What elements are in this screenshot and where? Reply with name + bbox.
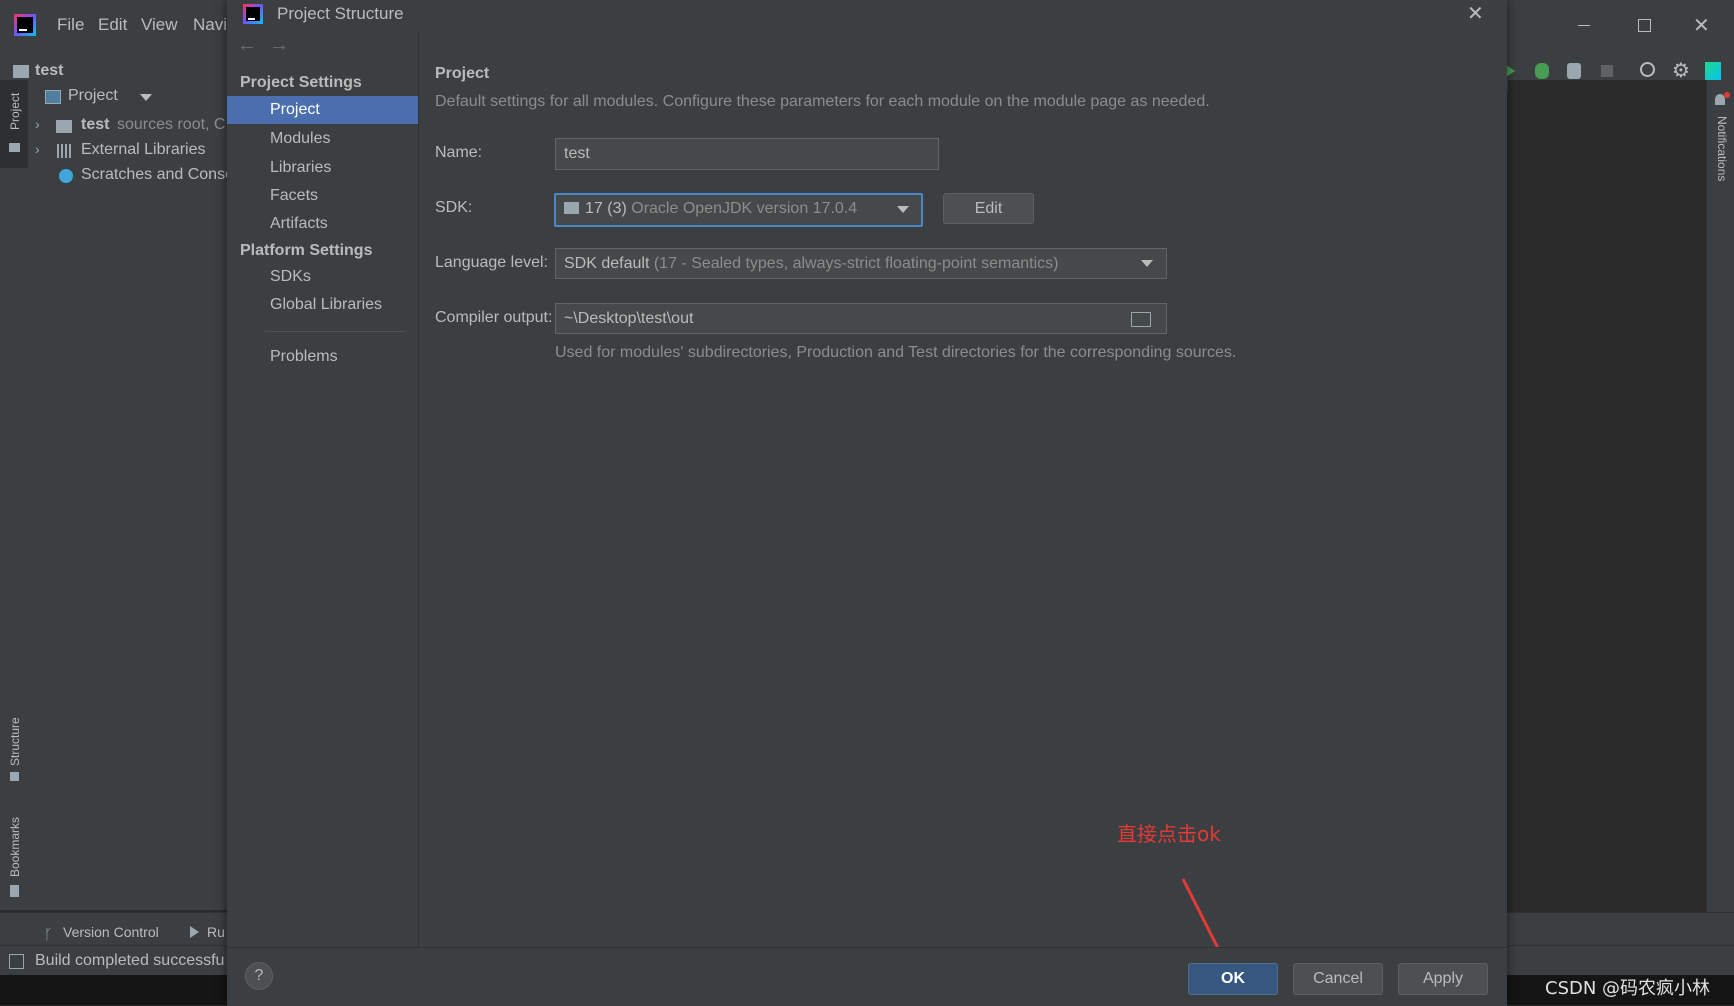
- chevron-down-icon[interactable]: [140, 94, 152, 101]
- version-control-tab[interactable]: Version Control: [63, 924, 159, 940]
- language-level-value: SDK default: [564, 255, 650, 272]
- intellij-logo-icon: [243, 4, 263, 24]
- menu-file[interactable]: File: [57, 15, 84, 35]
- project-settings-header: Project Settings: [240, 74, 362, 91]
- dialog-title: Project Structure: [277, 4, 404, 23]
- bookmarks-tool-label[interactable]: Bookmarks: [8, 817, 22, 877]
- platform-settings-header: Platform Settings: [240, 242, 373, 259]
- search-icon[interactable]: [1640, 62, 1655, 77]
- language-level-detail: (17 - Sealed types, always-strict floati…: [653, 255, 1059, 272]
- menu-view[interactable]: View: [141, 15, 178, 35]
- cancel-button[interactable]: Cancel: [1293, 963, 1383, 995]
- forward-arrow-icon[interactable]: →: [269, 34, 289, 57]
- name-label: Name:: [435, 144, 483, 161]
- name-field[interactable]: test: [555, 138, 939, 170]
- close-dialog-icon[interactable]: ✕: [1467, 1, 1484, 26]
- status-window-icon[interactable]: [9, 954, 24, 969]
- page-description: Default settings for all modules. Config…: [435, 93, 1210, 110]
- project-folder-icon: [13, 65, 29, 78]
- module-folder-icon: [56, 120, 72, 133]
- sdk-detail: Oracle OpenJDK version 17.0.4: [631, 200, 858, 217]
- status-message: Build completed successfu: [35, 952, 225, 969]
- close-window-icon[interactable]: ✕: [1693, 13, 1710, 38]
- structure-tool-label[interactable]: Structure: [8, 717, 22, 766]
- sidebar-item-sdks[interactable]: SDKs: [227, 263, 418, 291]
- tree-item-scratches-label: Scratches and Conso: [81, 166, 234, 183]
- tree-item-test[interactable]: › test sources root, C: [28, 116, 228, 140]
- sidebar-item-artifacts[interactable]: Artifacts: [227, 210, 418, 238]
- sidebar-item-problems[interactable]: Problems: [227, 343, 418, 371]
- language-level-label: Language level:: [435, 254, 548, 271]
- sidebar-item-global-libraries[interactable]: Global Libraries: [227, 291, 418, 319]
- tree-item-scratches[interactable]: Scratches and Conso: [28, 166, 234, 190]
- ok-button[interactable]: OK: [1188, 963, 1278, 995]
- sdk-label: SDK:: [435, 199, 473, 216]
- library-icon: [57, 144, 73, 158]
- sdk-value: 17 (3): [585, 200, 627, 217]
- stop-icon[interactable]: [1601, 65, 1613, 77]
- tree-item-external-libraries-label: External Libraries: [81, 141, 206, 158]
- language-level-chevron-down-icon[interactable]: [1141, 260, 1153, 267]
- watermark: CSDN @码农疯小林: [1545, 978, 1711, 999]
- edit-sdk-button[interactable]: Edit: [943, 193, 1034, 224]
- project-tool-window: Project › test sources root, C › Externa…: [28, 80, 234, 910]
- tree-item-test-note: sources root, C: [117, 116, 226, 133]
- project-tool-label[interactable]: Project: [8, 93, 22, 130]
- tree-item-external-libraries[interactable]: › External Libraries: [28, 141, 228, 165]
- compiler-output-hint: Used for modules' subdirectories, Produc…: [555, 344, 1237, 361]
- project-structure-dialog: Project Structure ✕ ← → Project Settings…: [227, 0, 1507, 1006]
- sidebar-item-modules[interactable]: Modules: [227, 125, 418, 153]
- coverage-icon[interactable]: [1567, 63, 1581, 79]
- sdk-chevron-down-icon[interactable]: [897, 206, 909, 213]
- project-tool-icon: [9, 143, 20, 152]
- annotation-text: 直接点击ok: [1117, 822, 1221, 846]
- version-control-icon: ᚴ: [44, 926, 53, 942]
- sdk-dropdown[interactable]: 17 (3) Oracle OpenJDK version 17.0.4: [554, 193, 923, 227]
- structure-tool-icon: [10, 772, 19, 781]
- dialog-title-bar: Project Structure ✕: [227, 0, 1507, 31]
- chevron-right-icon[interactable]: ›: [35, 141, 40, 157]
- chevron-right-icon[interactable]: ›: [35, 116, 40, 132]
- scratches-icon: [59, 169, 73, 183]
- debug-icon[interactable]: [1535, 63, 1549, 79]
- notification-dot: [1724, 92, 1730, 98]
- page-title: Project: [435, 65, 490, 82]
- browse-folder-icon[interactable]: [1131, 312, 1151, 327]
- project-name[interactable]: test: [35, 62, 63, 80]
- run-tab-icon: [190, 926, 199, 938]
- sdk-folder-icon: [564, 202, 579, 214]
- run-tab[interactable]: Ru: [207, 924, 225, 940]
- maximize-window-icon[interactable]: [1638, 19, 1651, 32]
- sidebar-divider: [265, 331, 405, 332]
- language-level-dropdown[interactable]: SDK default (17 - Sealed types, always-s…: [555, 248, 1167, 279]
- sidebar-item-libraries[interactable]: Libraries: [227, 154, 418, 182]
- dialog-sidebar: ← → Project Settings Project Modules Lib…: [227, 30, 419, 947]
- project-view-selector[interactable]: Project: [68, 87, 118, 105]
- compiler-output-label: Compiler output:: [435, 309, 553, 326]
- tree-item-test-label: test: [81, 116, 110, 133]
- editor-area: [1508, 80, 1706, 915]
- dialog-content: Project Default settings for all modules…: [419, 30, 1507, 975]
- dialog-footer: ? OK Cancel Apply: [227, 947, 1507, 1006]
- menu-edit[interactable]: Edit: [98, 15, 127, 35]
- left-tool-stripe: Project Structure Bookmarks: [0, 80, 29, 910]
- project-view-icon: [45, 90, 61, 104]
- sidebar-item-project[interactable]: Project: [227, 96, 418, 124]
- sidebar-item-facets[interactable]: Facets: [227, 182, 418, 210]
- back-arrow-icon[interactable]: ←: [237, 34, 257, 57]
- bookmark-icon: [10, 885, 19, 897]
- minimize-window-icon[interactable]: [1578, 25, 1590, 26]
- help-button[interactable]: ?: [245, 962, 273, 990]
- intellij-logo-icon: [14, 14, 36, 36]
- menu-navigate[interactable]: Navi: [193, 15, 227, 35]
- notifications-tool-label[interactable]: Notifications: [1715, 116, 1729, 181]
- apply-button[interactable]: Apply: [1398, 963, 1488, 995]
- jetbrains-toolbox-icon[interactable]: [1705, 62, 1721, 80]
- compiler-output-field[interactable]: ~\Desktop\test\out: [555, 303, 1167, 334]
- right-tool-stripe: Notifications: [1706, 80, 1734, 915]
